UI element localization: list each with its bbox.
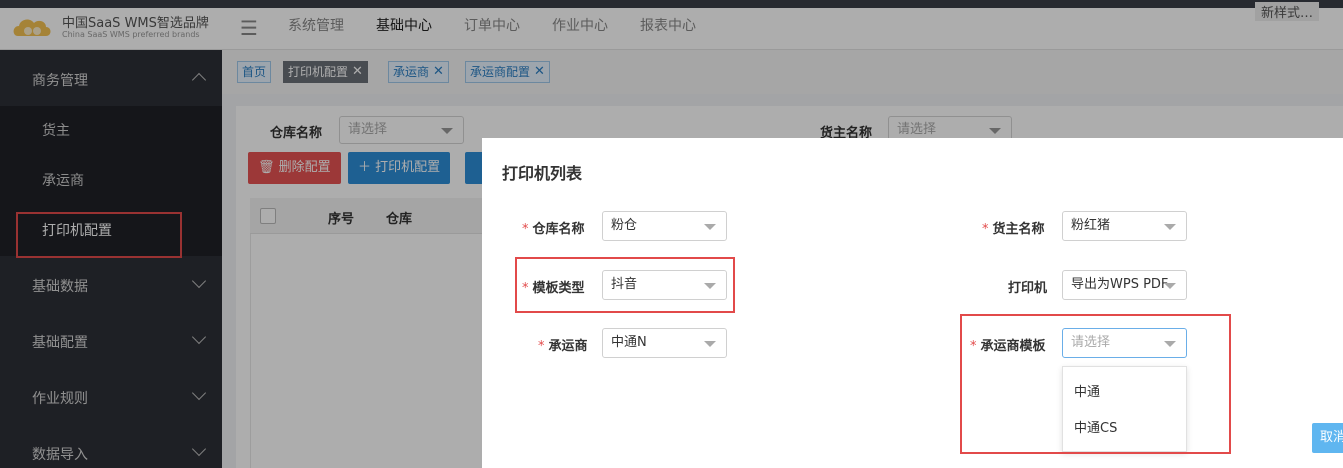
select-value: 抖音: [611, 277, 638, 292]
owner-field-label: * 货主名称: [982, 222, 1045, 237]
caret-down-icon: [1164, 341, 1176, 347]
printer-list-modal: 打印机列表 * 仓库名称 粉仓 * 货主名称 粉红猪 * 模板类型 抖音 打印机 导出…: [482, 138, 1343, 468]
carrier-select[interactable]: 中通N: [602, 328, 727, 358]
label-text: 货主名称: [992, 222, 1045, 237]
carrier-field-label: * 承运商: [538, 339, 588, 354]
carrier-template-dropdown: 中通 中通CS: [1062, 366, 1187, 452]
label-text: 承运商模板: [980, 339, 1046, 354]
caret-down-icon: [704, 341, 716, 347]
warehouse-select[interactable]: 粉仓: [602, 211, 727, 241]
select-value: 导出为WPS PDF: [1071, 277, 1169, 292]
carrier-template-field-label: * 承运商模板: [970, 339, 1046, 354]
template-type-field-label: * 模板类型: [522, 281, 585, 296]
select-placeholder: 请选择: [1071, 335, 1111, 350]
dropdown-option-zto[interactable]: 中通: [1063, 375, 1186, 411]
caret-down-icon: [1164, 283, 1176, 289]
caret-down-icon: [1164, 224, 1176, 230]
cancel-button[interactable]: 取消: [1312, 423, 1343, 453]
label-text: 承运商: [548, 339, 588, 354]
select-value: 粉仓: [611, 218, 638, 233]
carrier-template-select[interactable]: 请选择: [1062, 328, 1187, 358]
modal-title: 打印机列表: [502, 164, 583, 183]
label-text: 模板类型: [532, 281, 585, 296]
template-type-select[interactable]: 抖音: [602, 270, 727, 300]
caret-down-icon: [704, 224, 716, 230]
dropdown-option-zto-cs[interactable]: 中通CS: [1063, 411, 1186, 447]
caret-down-icon: [704, 283, 716, 289]
select-value: 中通N: [611, 335, 647, 350]
printer-field-label: 打印机: [1008, 281, 1048, 296]
select-value: 粉红猪: [1071, 218, 1111, 233]
warehouse-field-label: * 仓库名称: [522, 222, 585, 237]
label-text: 仓库名称: [532, 222, 585, 237]
owner-select[interactable]: 粉红猪: [1062, 211, 1187, 241]
printer-select[interactable]: 导出为WPS PDF: [1062, 270, 1187, 300]
